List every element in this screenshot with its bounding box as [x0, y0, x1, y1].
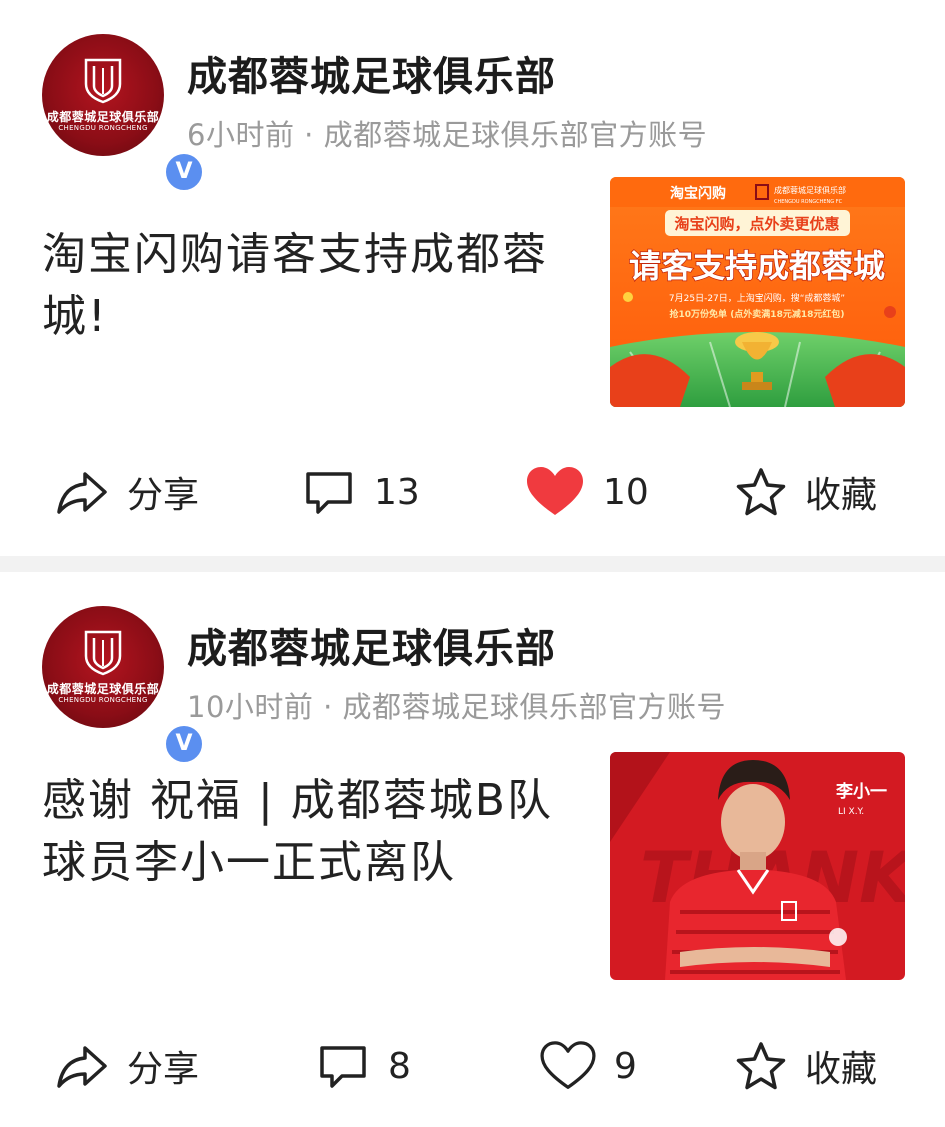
share-button[interactable]: 分享: [55, 1032, 199, 1100]
post-meta: 6小时前 · 成都蓉城足球俱乐部官方账号: [187, 118, 708, 152]
thumb-detail-2: 抢10万份免单 (点外卖满18元减18元红包): [670, 308, 845, 320]
author-name[interactable]: 成都蓉城足球俱乐部: [187, 616, 556, 674]
avatar-club-name-en: CHENGDU RONGCHENG: [58, 124, 148, 132]
thumb-brand-left: 淘宝闪购: [670, 185, 726, 202]
post-divider: [0, 556, 945, 572]
heart-outline-icon: [540, 1041, 596, 1089]
star-icon: [736, 468, 786, 516]
post-title[interactable]: 感谢 祝福 | 成都蓉城B队球员李小一正式离队: [42, 770, 582, 894]
share-button[interactable]: 分享: [55, 458, 199, 526]
thumb-tagline: 淘宝闪购，点外卖更优惠: [673, 215, 839, 233]
share-icon: [57, 1046, 107, 1088]
like-button[interactable]: 9: [540, 1032, 637, 1100]
comment-icon: [306, 472, 352, 514]
comment-icon: [320, 1046, 366, 1088]
post-actions: 分享 8 9 收藏: [0, 1032, 945, 1100]
post-thumbnail[interactable]: 淘宝闪购 成都蓉城足球俱乐部 CHENGDU RONGCHENG FC 淘宝闪购…: [610, 177, 905, 407]
feed: 成都蓉城足球俱乐部 CHENGDU RONGCHENG V 成都蓉城足球俱乐部 …: [0, 0, 945, 1127]
post-meta: 10小时前 · 成都蓉城足球俱乐部官方账号: [187, 690, 727, 724]
post-card[interactable]: 成都蓉城足球俱乐部 CHENGDU RONGCHENG V 成都蓉城足球俱乐部 …: [0, 572, 945, 1127]
club-crest-icon: [84, 630, 122, 676]
verified-badge-icon: V: [162, 722, 206, 766]
club-crest-icon: [84, 58, 122, 104]
post-title[interactable]: 淘宝闪购请客支持成都蓉城!: [42, 224, 562, 348]
avatar[interactable]: 成都蓉城足球俱乐部 CHENGDU RONGCHENG V: [42, 34, 206, 194]
favorite-label: 收藏: [805, 1049, 878, 1090]
comment-button[interactable]: 8: [316, 1032, 411, 1100]
share-label: 分享: [127, 475, 200, 516]
thumb-player-name: 李小一: [836, 781, 887, 802]
post-actions: 分享 13 10 收藏: [0, 458, 945, 526]
thumb-headline: 请客支持成都蓉城: [629, 247, 885, 285]
avatar-club-name: 成都蓉城足球俱乐部: [46, 682, 160, 696]
thumb-brand-right: 成都蓉城足球俱乐部: [774, 185, 846, 195]
like-count: 9: [614, 1045, 637, 1087]
comment-count: 13: [374, 471, 420, 513]
favorite-label: 收藏: [805, 475, 878, 516]
post-thumbnail[interactable]: THANK 李小一 LI X.Y.: [610, 752, 905, 980]
favorite-button[interactable]: 收藏: [735, 458, 877, 526]
share-label: 分享: [127, 1049, 200, 1090]
author-name[interactable]: 成都蓉城足球俱乐部: [187, 44, 556, 102]
avatar-club-name-en: CHENGDU RONGCHENG: [58, 696, 148, 704]
comment-count: 8: [388, 1045, 411, 1087]
heart-filled-icon: [527, 467, 583, 515]
thumb-brand-right-en: CHENGDU RONGCHENG FC: [774, 199, 843, 205]
thumb-detail-1: 7月25日-27日，上淘宝闪购，搜“成都蓉城”: [669, 292, 845, 304]
avatar[interactable]: 成都蓉城足球俱乐部 CHENGDU RONGCHENG V: [42, 606, 206, 766]
post-card[interactable]: 成都蓉城足球俱乐部 CHENGDU RONGCHENG V 成都蓉城足球俱乐部 …: [0, 0, 945, 556]
star-icon: [736, 1042, 786, 1090]
share-icon: [57, 472, 107, 514]
like-button[interactable]: 10: [525, 458, 649, 526]
verified-badge-icon: V: [162, 150, 206, 194]
comment-button[interactable]: 13: [302, 458, 420, 526]
favorite-button[interactable]: 收藏: [735, 1032, 877, 1100]
player-farewell-image: THANK 李小一 LI X.Y.: [610, 752, 905, 980]
avatar-club-name: 成都蓉城足球俱乐部: [46, 110, 160, 124]
like-count: 10: [603, 471, 649, 513]
promo-banner-image: 淘宝闪购 成都蓉城足球俱乐部 CHENGDU RONGCHENG FC 淘宝闪购…: [610, 177, 905, 407]
thumb-player-name-en: LI X.Y.: [838, 807, 864, 817]
